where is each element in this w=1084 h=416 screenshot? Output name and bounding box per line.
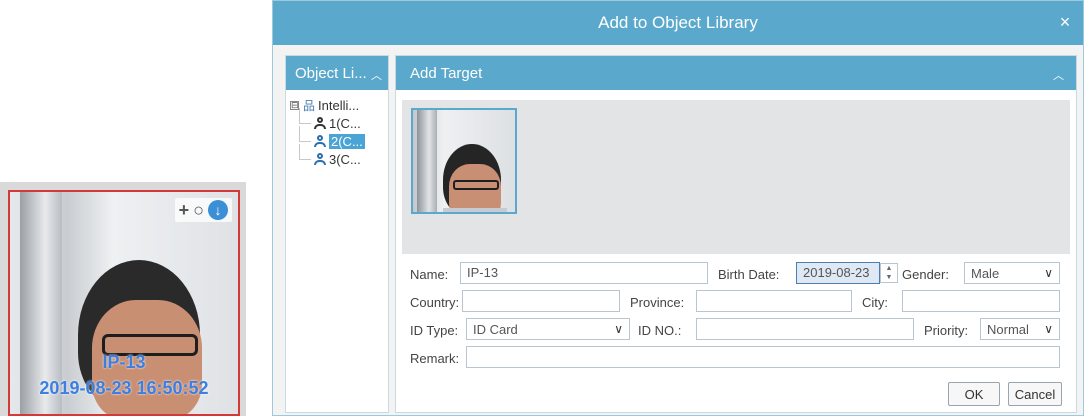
thumbnail-background (417, 110, 437, 212)
object-library-panel: Object Li... ︿ ⊟ 品 Intelli... 1(C... 2(C… (285, 55, 389, 413)
target-info-form: Name: IP-13 Birth Date: 2019-08-23 ▲ ▼ Ge… (410, 262, 1072, 408)
capture-snapshot: + ○ ↓ IP-13 2019-08-23 16:50:52 (0, 182, 246, 416)
tree-item-label: 2(C... (329, 133, 365, 149)
overlay-camera-name: IP-13 (102, 352, 146, 372)
dialog-titlebar[interactable]: Add to Object Library × (273, 1, 1083, 45)
city-label: City: (862, 295, 888, 310)
name-label: Name: (410, 267, 449, 282)
download-icon[interactable]: ↓ (208, 200, 228, 220)
snapshot-frame: + ○ ↓ IP-13 2019-08-23 16:50:52 (8, 190, 240, 416)
priority-value: Normal (987, 321, 1029, 337)
country-label: Country: (410, 295, 460, 310)
form-buttons-row: OK Cancel (410, 374, 1072, 408)
shirt (443, 208, 507, 212)
add-target-panel: Add Target ︿ Name: IP-13 Birth Date: 201… (395, 55, 1077, 413)
id-type-select[interactable]: ID Card ∨ (466, 318, 630, 340)
form-row-4: Remark: (410, 346, 1072, 374)
tree-item-label: 1(C... (329, 115, 361, 131)
gender-label: Gender: (902, 267, 949, 282)
target-photo-area (402, 100, 1070, 254)
date-spinner-icon[interactable]: ▲ ▼ (880, 263, 898, 283)
add-target-title: Add Target (410, 64, 483, 82)
form-row-1: Name: IP-13 Birth Date: 2019-08-23 ▲ ▼ Ge… (410, 262, 1072, 290)
chevron-down-icon: ∨ (614, 322, 623, 336)
glasses (453, 180, 499, 190)
name-input[interactable]: IP-13 (460, 262, 708, 284)
birth-date-input[interactable]: 2019-08-23 (796, 262, 880, 284)
id-no-input[interactable] (696, 318, 914, 340)
person-icon (314, 135, 326, 147)
chevron-down-icon: ∨ (1044, 322, 1053, 336)
collapse-caret-icon[interactable]: ︿ (1053, 67, 1064, 83)
remark-label: Remark: (410, 351, 460, 366)
priority-select[interactable]: Normal ∨ (980, 318, 1060, 340)
tree-root-label: Intelli... (318, 97, 360, 113)
tree-item-2[interactable]: 2(C... (290, 126, 384, 150)
collapse-toggle-icon[interactable]: ⊟ (290, 100, 299, 110)
id-type-label: ID Type: (410, 323, 459, 338)
snapshot-toolbar: + ○ ↓ (174, 198, 232, 222)
gender-select[interactable]: Male ∨ (964, 262, 1060, 284)
person-icon (314, 153, 326, 165)
add-to-object-library-dialog: Add to Object Library × Object Li... ︿ ⊟… (272, 0, 1084, 416)
chevron-down-icon: ∨ (1044, 266, 1053, 280)
form-row-2: Country: Province: City: (410, 290, 1072, 318)
birth-date-label: Birth Date: (718, 267, 780, 282)
province-label: Province: (630, 295, 685, 310)
tree-item-1[interactable]: 1(C... (290, 108, 384, 132)
add-target-header[interactable]: Add Target ︿ (396, 56, 1076, 90)
collapse-caret-icon[interactable]: ︿ (371, 67, 382, 83)
priority-label: Priority: (924, 323, 969, 338)
overlay-timestamp: 2019-08-23 16:50:52 (39, 378, 209, 398)
id-type-value: ID Card (473, 321, 518, 337)
tree-item-label: 3(C... (329, 151, 361, 167)
network-group-icon: 品 (303, 98, 316, 113)
form-row-3: ID Type: ID Card ∨ ID NO.: Priority: Nor… (410, 318, 1072, 346)
object-library-tree: ⊟ 品 Intelli... 1(C... 2(C... 3(C... (286, 90, 388, 174)
person-icon (314, 117, 326, 129)
province-input[interactable] (696, 290, 852, 312)
tree-root-item[interactable]: ⊟ 品 Intelli... (290, 96, 384, 114)
object-library-header[interactable]: Object Li... ︿ (286, 56, 388, 90)
cancel-button[interactable]: Cancel (1008, 382, 1062, 406)
country-input[interactable] (462, 290, 620, 312)
city-input[interactable] (902, 290, 1060, 312)
gender-value: Male (971, 265, 1000, 281)
ok-button[interactable]: OK (948, 382, 1000, 406)
target-face-thumbnail[interactable] (411, 108, 517, 214)
remark-input[interactable] (466, 346, 1060, 368)
plus-icon[interactable]: + (179, 200, 190, 220)
close-icon[interactable]: × (1055, 12, 1075, 32)
tree-item-3[interactable]: 3(C... (290, 144, 384, 168)
object-library-title: Object Li... (295, 64, 367, 82)
search-icon[interactable]: ○ (193, 200, 204, 220)
dialog-title: Add to Object Library (598, 13, 758, 32)
id-no-label: ID NO.: (638, 323, 682, 338)
